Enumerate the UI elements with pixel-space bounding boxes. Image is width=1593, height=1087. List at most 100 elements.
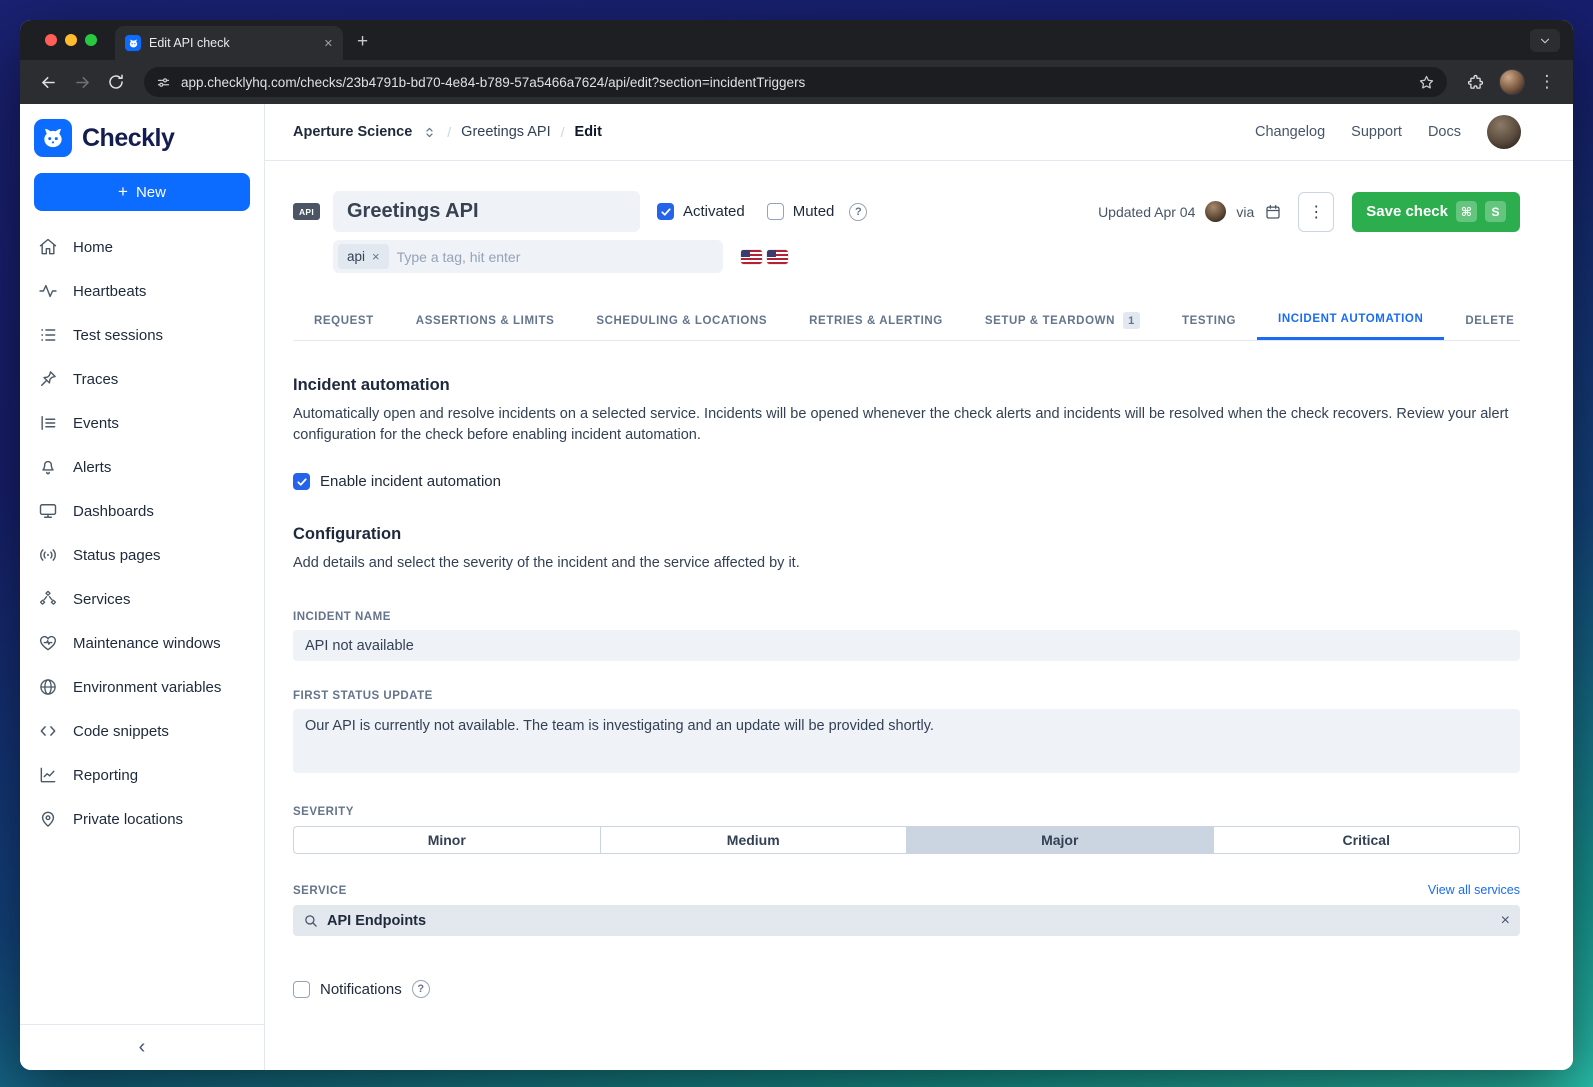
tab-search-button[interactable] <box>1530 29 1560 52</box>
tag-chip[interactable]: api × <box>338 244 389 269</box>
sidebar-item-events[interactable]: Events <box>20 401 264 445</box>
cmd-keycap: ⌘ <box>1456 201 1477 222</box>
tab-delete[interactable]: DELETE <box>1444 301 1535 340</box>
address-bar[interactable]: app.checklyhq.com/checks/23b4791b-bd70-4… <box>144 67 1447 97</box>
sidebar-item-home[interactable]: Home <box>20 225 264 269</box>
tab-assertions-limits[interactable]: ASSERTIONS & LIMITS <box>395 301 576 340</box>
view-all-services-link[interactable]: View all services <box>1428 883 1520 897</box>
code-icon <box>38 721 58 741</box>
first-status-label: FIRST STATUS UPDATE <box>293 690 1520 702</box>
severity-option-minor[interactable]: Minor <box>294 827 600 853</box>
sidebar-item-alerts[interactable]: Alerts <box>20 445 264 489</box>
browser-titlebar: Edit API check ✕ + <box>20 20 1573 60</box>
sidebar-item-status-pages[interactable]: Status pages <box>20 533 264 577</box>
sidebar-item-heartbeats[interactable]: Heartbeats <box>20 269 264 313</box>
browser-menu-icon[interactable]: ⋮ <box>1535 72 1559 92</box>
user-avatar[interactable] <box>1487 115 1521 149</box>
globe-icon <box>38 677 58 697</box>
tab-retries-alerting[interactable]: RETRIES & ALERTING <box>788 301 964 340</box>
incident-name-input[interactable] <box>293 630 1520 661</box>
notifications-help-icon[interactable]: ? <box>412 980 430 998</box>
enable-incident-automation-row[interactable]: Enable incident automation <box>293 473 1520 490</box>
sidebar-item-services[interactable]: Services <box>20 577 264 621</box>
sidebar-item-test-sessions[interactable]: Test sessions <box>20 313 264 357</box>
muted-help-icon[interactable]: ? <box>849 203 867 221</box>
heartbeat-icon <box>38 281 58 301</box>
tag-input[interactable] <box>397 249 718 265</box>
muted-checkbox-row[interactable]: Muted <box>767 203 835 220</box>
sidebar-item-dashboards[interactable]: Dashboards <box>20 489 264 533</box>
activated-checkbox-row[interactable]: Activated <box>657 203 745 220</box>
sidebar-collapse-button[interactable]: ‹ <box>20 1024 264 1070</box>
close-window-button[interactable] <box>45 34 57 46</box>
muted-checkbox[interactable] <box>767 203 784 220</box>
breadcrumb-separator: / <box>447 124 451 140</box>
setup-teardown-count-badge: 1 <box>1123 312 1140 329</box>
changelog-link[interactable]: Changelog <box>1255 124 1325 140</box>
notifications-checkbox[interactable] <box>293 981 310 998</box>
enable-incident-automation-checkbox[interactable] <box>293 473 310 490</box>
url-text: app.checklyhq.com/checks/23b4791b-bd70-4… <box>181 75 1408 90</box>
events-list-icon <box>38 413 58 433</box>
reload-button[interactable] <box>102 68 130 96</box>
first-status-textarea[interactable]: Our API is currently not available. The … <box>293 709 1520 773</box>
browser-profile-avatar[interactable] <box>1499 69 1525 95</box>
calendar-icon <box>1264 203 1282 221</box>
us-flag-icon <box>741 250 762 264</box>
support-link[interactable]: Support <box>1351 124 1402 140</box>
sidebar-item-reporting[interactable]: Reporting <box>20 753 264 797</box>
check-name-input[interactable] <box>333 191 640 232</box>
tab-close-icon[interactable]: ✕ <box>324 37 333 50</box>
notifications-row[interactable]: Notifications ? <box>293 980 1520 998</box>
checkly-wordmark: Checkly <box>82 124 174 153</box>
tags-field[interactable]: api × <box>333 240 723 273</box>
new-button[interactable]: + New <box>34 173 250 211</box>
sidebar-item-code-snippets[interactable]: Code snippets <box>20 709 264 753</box>
sidebar-item-maintenance-windows[interactable]: Maintenance windows <box>20 621 264 665</box>
sidebar-item-environment-variables[interactable]: Environment variables <box>20 665 264 709</box>
site-info-icon[interactable] <box>156 75 171 90</box>
account-switcher-icon[interactable] <box>422 125 437 140</box>
new-tab-icon[interactable]: + <box>357 31 368 53</box>
severity-option-medium[interactable]: Medium <box>600 827 907 853</box>
severity-option-critical[interactable]: Critical <box>1213 827 1520 853</box>
browser-tab[interactable]: Edit API check ✕ <box>115 26 343 60</box>
forward-button[interactable] <box>68 68 96 96</box>
incident-name-label: INCIDENT NAME <box>293 611 1520 623</box>
tab-scheduling-locations[interactable]: SCHEDULING & LOCATIONS <box>575 301 788 340</box>
header-links: Changelog Support Docs <box>1255 115 1521 149</box>
bookmark-star-icon[interactable] <box>1418 74 1435 91</box>
chevron-down-icon <box>1538 34 1552 48</box>
more-actions-button[interactable]: ⋮ <box>1298 192 1334 232</box>
check-tabs: REQUEST ASSERTIONS & LIMITS SCHEDULING &… <box>293 301 1520 341</box>
back-button[interactable] <box>34 68 62 96</box>
sidebar: Checkly + New Home Heartbeats Test sessi… <box>20 104 265 1070</box>
tab-testing[interactable]: TESTING <box>1161 301 1257 340</box>
sidebar-item-traces[interactable]: Traces <box>20 357 264 401</box>
browser-window: Edit API check ✕ + app.checklyhq.com/che… <box>20 20 1573 1070</box>
severity-option-major[interactable]: Major <box>906 827 1213 853</box>
zoom-window-button[interactable] <box>85 34 97 46</box>
minimize-window-button[interactable] <box>65 34 77 46</box>
service-select[interactable]: API Endpoints × <box>293 905 1520 936</box>
severity-label: SEVERITY <box>293 806 1520 818</box>
check-icon <box>296 476 308 488</box>
checkly-logo[interactable]: Checkly <box>20 104 264 169</box>
map-pin-icon <box>38 809 58 829</box>
tab-request[interactable]: REQUEST <box>293 301 395 340</box>
service-field: SERVICE View all services API Endpoints … <box>293 883 1520 936</box>
breadcrumb-check[interactable]: Greetings API <box>461 124 550 140</box>
breadcrumb-account[interactable]: Aperture Science <box>293 124 412 140</box>
save-check-button[interactable]: Save check ⌘ S <box>1352 192 1520 232</box>
activated-checkbox[interactable] <box>657 203 674 220</box>
breadcrumb-page: Edit <box>575 124 602 140</box>
updated-by-avatar <box>1205 201 1226 222</box>
location-flags <box>741 250 788 264</box>
tab-incident-automation[interactable]: INCIDENT AUTOMATION <box>1257 301 1444 340</box>
sidebar-item-private-locations[interactable]: Private locations <box>20 797 264 841</box>
extensions-icon[interactable] <box>1461 68 1489 96</box>
tab-setup-teardown[interactable]: SETUP & TEARDOWN 1 <box>964 301 1161 340</box>
docs-link[interactable]: Docs <box>1428 124 1461 140</box>
clear-service-icon[interactable]: × <box>1501 912 1510 930</box>
remove-tag-icon[interactable]: × <box>372 249 380 264</box>
